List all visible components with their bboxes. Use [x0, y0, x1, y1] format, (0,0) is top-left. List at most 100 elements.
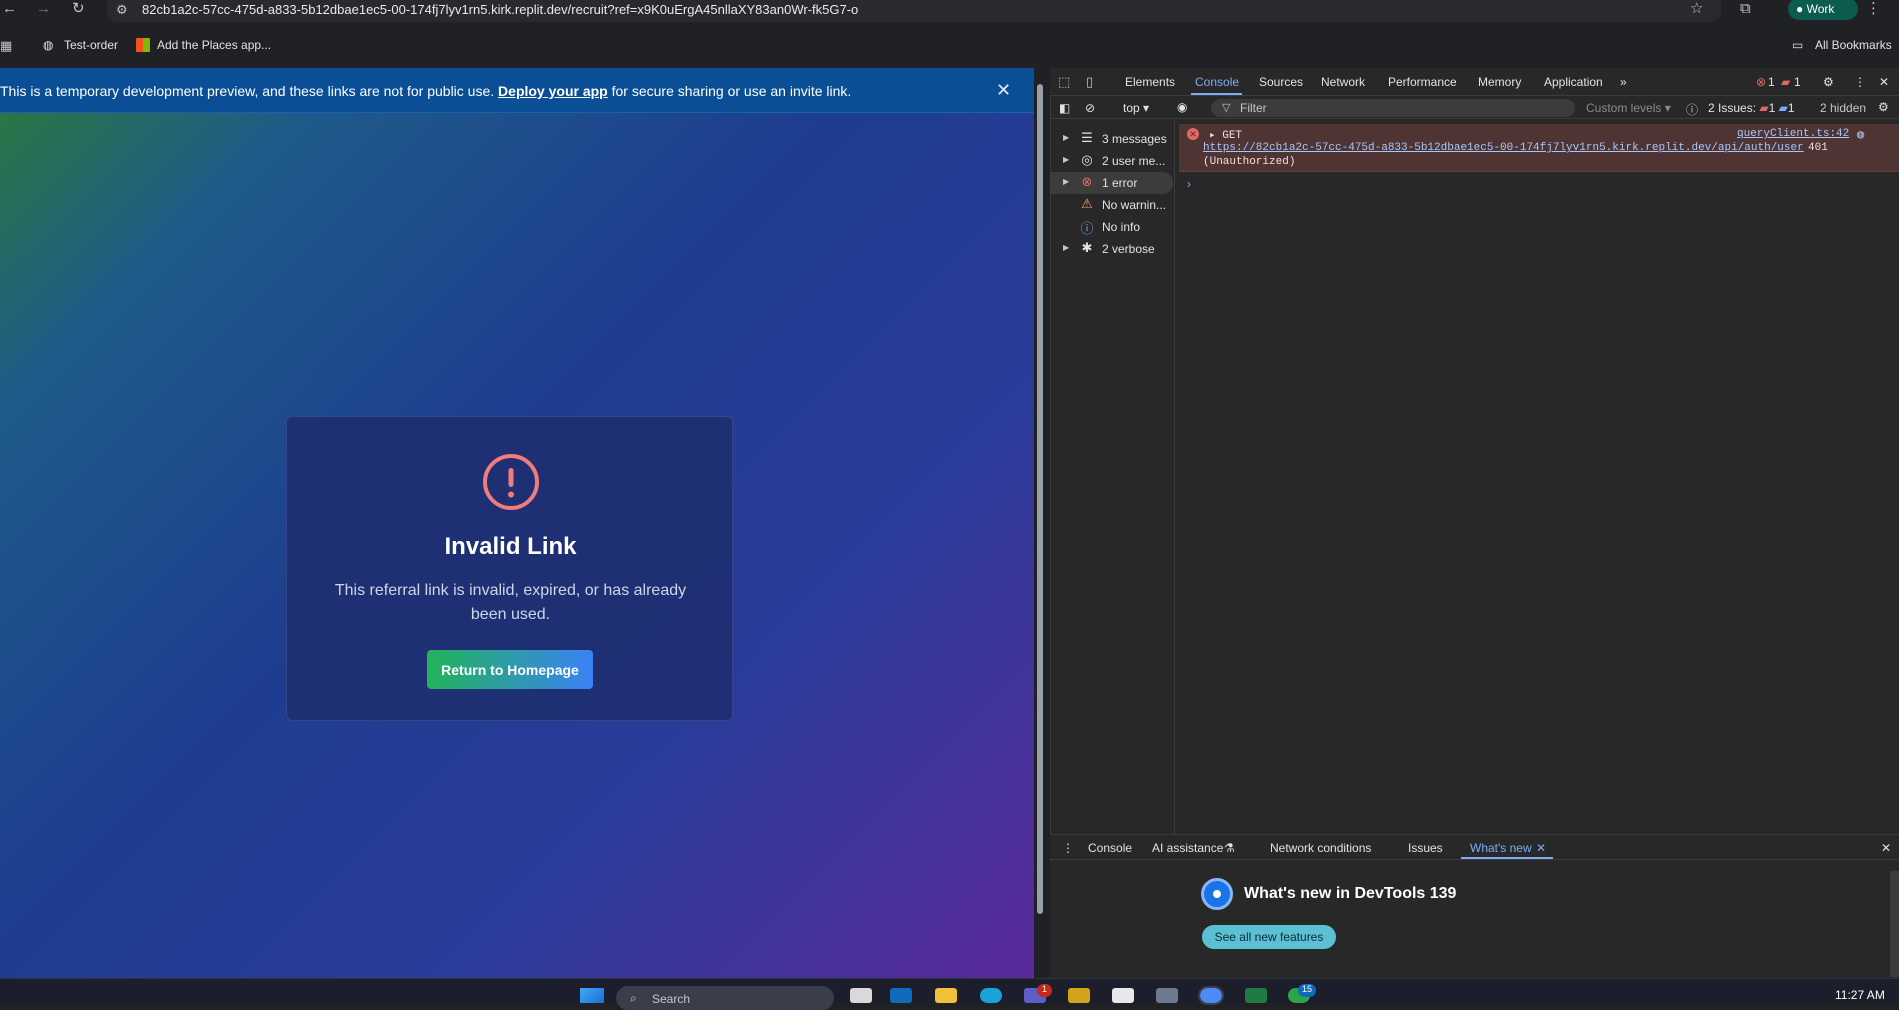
error-icon: ⊗: [1081, 174, 1093, 189]
url-text[interactable]: 82cb1a2c-57cc-475d-a833-5b12dbae1ec5-00-…: [142, 2, 858, 17]
teams-badge: 1: [1037, 984, 1052, 997]
settings-app-icon[interactable]: [1156, 988, 1178, 1003]
forward-icon[interactable]: →: [36, 0, 51, 18]
whats-new-panel: [1050, 861, 1899, 978]
page-scrollbar-thumb[interactable]: [1037, 84, 1043, 914]
issues-counter[interactable]: 2 Issues: ▰1 ▰1: [1708, 101, 1795, 115]
error-source-link[interactable]: queryClient.ts:42: [1737, 128, 1849, 140]
file-app-icon[interactable]: [850, 988, 872, 1003]
sidebar-item-messages[interactable]: ▶ ☰ 3 messages: [1050, 128, 1173, 150]
tab-performance[interactable]: Performance: [1388, 75, 1457, 89]
app-icon-2[interactable]: [1112, 988, 1134, 1003]
user-icon: ◎: [1081, 152, 1093, 167]
file-explorer-icon[interactable]: [935, 988, 957, 1003]
bug-icon: ✱: [1081, 240, 1093, 255]
tab-console[interactable]: Console: [1195, 75, 1239, 89]
info-icon: ⓘ: [1080, 221, 1094, 236]
expand-arrow-icon[interactable]: ▶: [1063, 243, 1069, 252]
tab-application[interactable]: Application: [1544, 75, 1603, 89]
banner-text: This is a temporary development preview,…: [0, 83, 851, 99]
all-bookmarks[interactable]: All Bookmarks: [1815, 38, 1892, 52]
banner-text-before: This is a temporary development preview,…: [0, 83, 495, 99]
sidebar-item-errors[interactable]: ▶ ⊗ 1 error: [1050, 172, 1173, 194]
drawer-tab-console[interactable]: Console: [1088, 841, 1132, 855]
ms-logo-icon: [136, 38, 150, 52]
context-select[interactable]: top ▾: [1123, 101, 1149, 115]
drawer-menu-icon[interactable]: ⋮: [1062, 841, 1074, 855]
drawer-scrollbar[interactable]: [1890, 871, 1899, 977]
card-title: Invalid Link: [444, 533, 577, 560]
hidden-count: 2 hidden: [1820, 101, 1867, 115]
expand-arrow-icon[interactable]: ▶: [1063, 133, 1069, 142]
device-toggle-icon[interactable]: ▯: [1086, 73, 1093, 91]
context-label: top: [1123, 101, 1140, 115]
windows-start-icon[interactable]: [580, 988, 604, 1003]
error-count[interactable]: 1: [1768, 75, 1775, 89]
edge-icon[interactable]: [980, 988, 1002, 1003]
devtools-close-icon[interactable]: ✕: [1879, 75, 1889, 89]
tab-network[interactable]: Network: [1321, 75, 1365, 89]
live-expression-eye-icon[interactable]: ◉: [1177, 100, 1187, 114]
expand-arrow-icon[interactable]: ▶: [1063, 177, 1069, 186]
sidebar-item-label: 2 user me...: [1102, 154, 1166, 168]
levels-label: Custom levels: [1586, 101, 1662, 115]
tab-sources[interactable]: Sources: [1259, 75, 1303, 89]
error-count-icon[interactable]: ⊗: [1756, 75, 1766, 89]
excel-icon[interactable]: [1245, 988, 1267, 1003]
console-settings-gear-icon[interactable]: ⚙: [1878, 100, 1889, 114]
issues-message-icon: ▰: [1778, 101, 1788, 115]
close-tab-icon[interactable]: ✕: [1536, 841, 1546, 855]
more-options-icon[interactable]: ⋮: [1854, 75, 1866, 89]
message-count[interactable]: 1: [1794, 75, 1801, 89]
active-tab-indicator: [1191, 93, 1242, 95]
outlook-icon[interactable]: [890, 988, 912, 1003]
close-icon[interactable]: ✕: [996, 80, 1011, 101]
drawer-tab-issues[interactable]: Issues: [1408, 841, 1443, 855]
drawer-close-icon[interactable]: ✕: [1881, 841, 1891, 855]
extensions-icon[interactable]: ⧉: [1740, 0, 1751, 18]
deploy-link[interactable]: Deploy your app: [498, 83, 608, 99]
profile-button[interactable]: ● Work: [1788, 0, 1858, 20]
drawer-tab-whats-new[interactable]: What's new: [1470, 841, 1532, 855]
more-tabs-icon[interactable]: »: [1620, 75, 1627, 89]
sidebar-item-label: 3 messages: [1102, 132, 1167, 146]
flask-icon: ⚗: [1224, 841, 1235, 855]
console-prompt-icon[interactable]: ›: [1187, 177, 1191, 191]
sidebar-item-user-messages[interactable]: ▶ ◎ 2 user me...: [1050, 150, 1173, 172]
site-info-icon[interactable]: ⚙: [116, 1, 128, 19]
taskbar-search-box[interactable]: [616, 986, 834, 1010]
filter-funnel-icon: ▽: [1222, 102, 1231, 114]
sidebar-item-verbose[interactable]: ▶ ✱ 2 verbose: [1050, 238, 1173, 260]
network-globe-icon[interactable]: ◍: [1857, 127, 1864, 142]
see-all-features-button[interactable]: See all new features: [1202, 925, 1336, 949]
inspect-icon[interactable]: ⬚: [1058, 73, 1070, 91]
error-method[interactable]: ▸ GET: [1209, 128, 1242, 142]
taskbar-clock[interactable]: 11:27 AM: [1835, 988, 1885, 1002]
drawer-active-indicator: [1461, 857, 1553, 859]
return-home-button[interactable]: Return to Homepage: [427, 650, 593, 689]
back-icon[interactable]: ←: [2, 0, 17, 18]
star-icon[interactable]: ☆: [1690, 0, 1703, 18]
chrome-icon[interactable]: [1198, 986, 1224, 1005]
sidebar-item-warnings[interactable]: ⚠ No warnin...: [1050, 194, 1173, 216]
tab-elements[interactable]: Elements: [1125, 75, 1175, 89]
bookmark-places-app[interactable]: Add the Places app...: [157, 38, 271, 52]
bookmark-test-order[interactable]: Test-order: [64, 38, 118, 52]
log-levels-dropdown[interactable]: Custom levels ▾: [1586, 101, 1671, 115]
drawer-tab-network-conditions[interactable]: Network conditions: [1270, 841, 1371, 855]
sidebar-item-info[interactable]: ⓘ No info: [1050, 216, 1173, 238]
reload-icon[interactable]: ↻: [72, 0, 85, 18]
app-icon[interactable]: [1068, 988, 1090, 1003]
list-icon: ☰: [1081, 130, 1093, 145]
settings-gear-icon[interactable]: ⚙: [1823, 75, 1834, 89]
folder-icon: ▭: [1792, 38, 1804, 52]
error-url-link[interactable]: https://82cb1a2c-57cc-475d-a833-5b12dbae…: [1203, 142, 1804, 154]
sidebar-toggle-icon[interactable]: ◧: [1059, 101, 1070, 115]
tab-memory[interactable]: Memory: [1478, 75, 1521, 89]
menu-icon[interactable]: ⋮: [1866, 0, 1881, 18]
message-count-icon[interactable]: ▰: [1781, 75, 1790, 89]
drawer-tab-ai-assistance[interactable]: AI assistance: [1152, 841, 1223, 855]
clear-console-icon[interactable]: ⊘: [1085, 101, 1095, 115]
apps-grid-icon[interactable]: ▦: [0, 37, 12, 55]
expand-arrow-icon[interactable]: ▶: [1063, 155, 1069, 164]
